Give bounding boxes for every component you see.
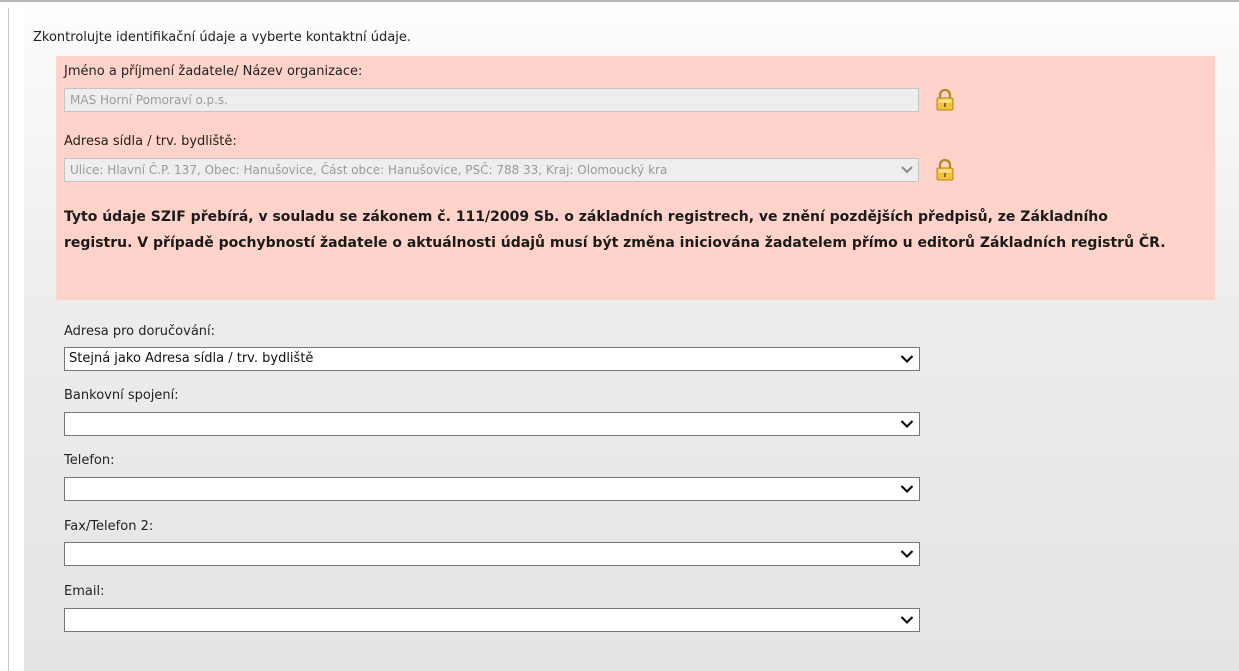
- padlock-icon: [934, 158, 956, 182]
- applicant-name-label: Jméno a příjmení žadatele/ Název organiz…: [64, 64, 363, 79]
- bank-account-label: Bankovní spojení:: [64, 388, 179, 403]
- chevron-down-icon: [900, 616, 914, 625]
- email-label: Email:: [64, 584, 105, 599]
- padlock-icon: [934, 88, 956, 112]
- chevron-down-icon: [900, 420, 914, 429]
- registry-notice: Tyto údaje SZIF přebírá, v souladu se zá…: [64, 209, 1166, 251]
- registered-address-label: Adresa sídla / trv. bydliště:: [64, 134, 237, 149]
- fax-phone2-select[interactable]: [64, 542, 920, 566]
- phone-select[interactable]: [64, 477, 920, 501]
- top-border: [0, 0, 1239, 8]
- fax-phone2-label: Fax/Telefon 2:: [64, 519, 154, 534]
- delivery-address-value: Stejná jako Adresa sídla / trv. bydliště: [69, 351, 314, 366]
- registered-address-value: Ulice: Hlavní Č.P. 137, Obec: Hanušovice…: [70, 163, 668, 177]
- delivery-address-select[interactable]: Stejná jako Adresa sídla / trv. bydliště: [64, 347, 920, 371]
- left-border: [8, 8, 9, 671]
- email-select[interactable]: [64, 608, 920, 632]
- chevron-down-icon: [900, 485, 914, 494]
- intro-text: Zkontrolujte identifikační údaje a vyber…: [33, 30, 411, 45]
- chevron-down-icon: [900, 550, 914, 559]
- chevron-down-icon: [900, 355, 914, 364]
- form-frame: Zkontrolujte identifikační údaje a vyber…: [0, 0, 1239, 671]
- applicant-name-field: MAS Horní Pomoraví o.p.s.: [64, 88, 919, 112]
- registered-address-field: Ulice: Hlavní Č.P. 137, Obec: Hanušovice…: [64, 158, 919, 182]
- delivery-address-label: Adresa pro doručování:: [64, 324, 216, 339]
- bank-account-select[interactable]: [64, 412, 920, 436]
- chevron-down-icon: [900, 164, 914, 176]
- phone-label: Telefon:: [64, 453, 115, 468]
